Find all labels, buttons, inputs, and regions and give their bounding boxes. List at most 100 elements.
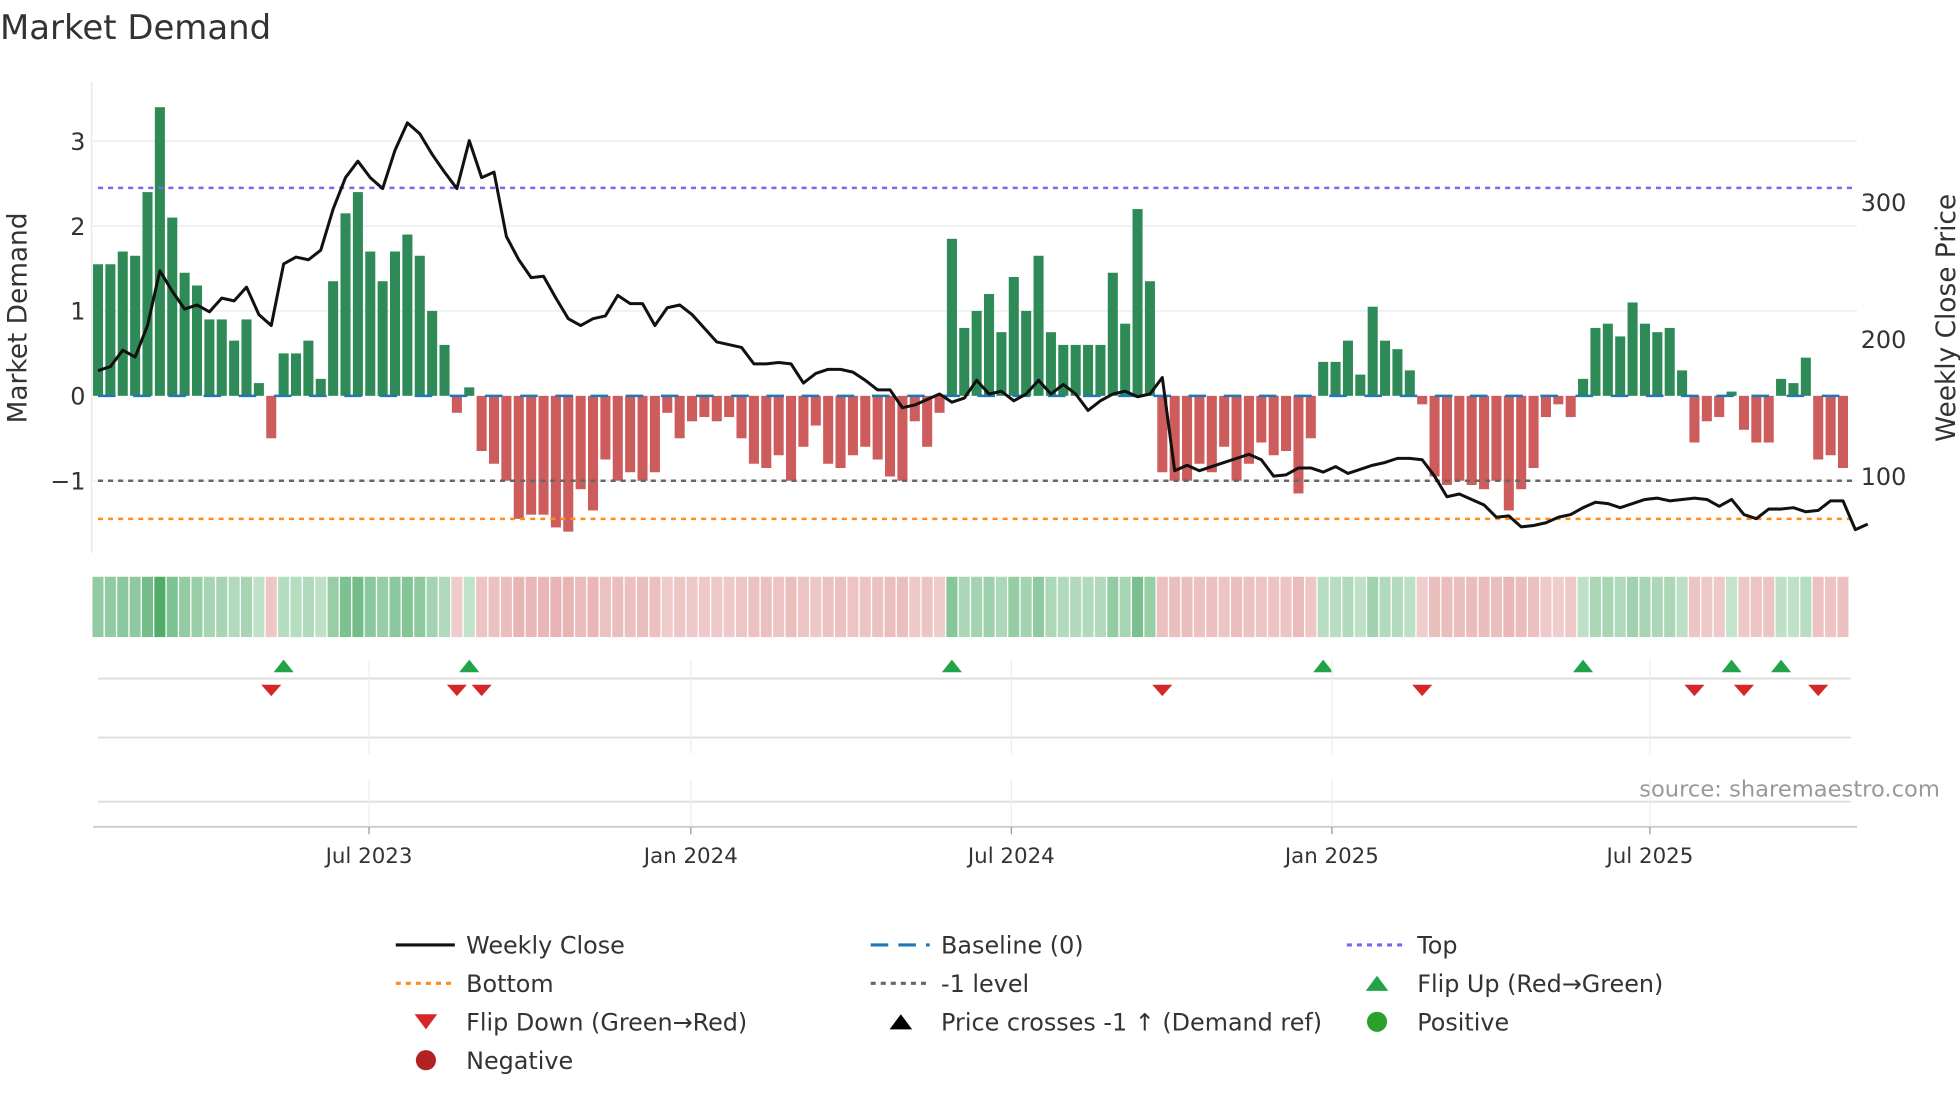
positive-bar (1578, 379, 1588, 396)
heat-cell (1417, 577, 1428, 637)
heat-cell (798, 577, 809, 637)
negative-bar (1826, 396, 1836, 455)
y2-tick-label: 300 (1861, 189, 1907, 217)
demand-bars (93, 107, 1848, 531)
heat-cell (142, 577, 153, 637)
positive-bar (353, 192, 363, 396)
flip-down-marker (447, 685, 467, 696)
flip-up-marker (1722, 660, 1742, 673)
legend-label: Flip Up (Red→Green) (1417, 970, 1663, 998)
positive-bar (959, 328, 969, 396)
positive-bar (947, 239, 957, 396)
negative-bar (1553, 396, 1563, 404)
heat-cell (1553, 577, 1564, 637)
heat-cell (1441, 577, 1452, 637)
heat-cell (1318, 577, 1329, 637)
heat-cell (1813, 577, 1824, 637)
heat-cell (464, 577, 475, 637)
legend-dot-icon (416, 1050, 436, 1070)
heat-cell (959, 577, 970, 637)
y2-axis-label: Weekly Close Price (1932, 194, 1960, 442)
positive-bar (1801, 358, 1811, 396)
heat-cell (1367, 577, 1378, 637)
heat-cell (1045, 577, 1056, 637)
heat-cell (1825, 577, 1836, 637)
negative-bar (1516, 396, 1526, 489)
heat-cell (1726, 577, 1737, 637)
negative-bar (1566, 396, 1576, 417)
negative-bar (836, 396, 846, 468)
flip-up-marker (459, 660, 479, 673)
heat-cell (278, 577, 289, 637)
heat-cell (674, 577, 685, 637)
heat-cell (1281, 577, 1292, 637)
heat-cell (266, 577, 277, 637)
positive-bar (996, 332, 1006, 396)
positive-bar (1776, 379, 1786, 396)
negative-bar (1689, 396, 1699, 443)
legend-label: Price crosses -1 ↑ (Demand ref) (941, 1009, 1322, 1037)
negative-bar (625, 396, 635, 472)
heat-cell (1169, 577, 1180, 637)
heat-cell (1305, 577, 1316, 637)
heat-cell (389, 577, 400, 637)
positive-bar (340, 213, 350, 396)
negative-bar (749, 396, 759, 464)
flip-down-marker (1808, 685, 1828, 696)
positive-bar (1380, 341, 1390, 396)
legend-label: Weekly Close (466, 932, 625, 960)
positive-bar (180, 273, 190, 396)
heat-cell (1182, 577, 1193, 637)
heat-cell (1664, 577, 1675, 637)
heat-cell (1491, 577, 1502, 637)
heat-cell (253, 577, 264, 637)
positive-bar (229, 341, 239, 396)
heat-cell (810, 577, 821, 637)
heat-cell (1194, 577, 1205, 637)
heat-cell (229, 577, 240, 637)
heat-cell (1070, 577, 1081, 637)
negative-bar (563, 396, 573, 532)
negative-bar (1269, 396, 1279, 455)
heat-cell (1565, 577, 1576, 637)
positive-bar (1652, 332, 1662, 396)
heat-cell (1231, 577, 1242, 637)
heat-cell (352, 577, 363, 637)
heat-cell (1689, 577, 1700, 637)
heat-cell (154, 577, 165, 637)
negative-bar (1306, 396, 1316, 438)
heat-cell (1503, 577, 1514, 637)
y-axis-label: Market Demand (3, 212, 33, 423)
positive-bar (984, 294, 994, 396)
heat-cell (835, 577, 846, 637)
negative-bar (922, 396, 932, 447)
heat-cell (1578, 577, 1589, 637)
heat-cell (1355, 577, 1366, 637)
heat-cell (513, 577, 524, 637)
negative-bar (860, 396, 870, 447)
heat-cell (996, 577, 1007, 637)
negative-bar (526, 396, 536, 515)
y-tick-label: 1 (70, 298, 85, 326)
positive-bar (1640, 324, 1650, 396)
heat-cell (823, 577, 834, 637)
negative-bar (1479, 396, 1489, 489)
positive-bar (130, 256, 140, 396)
heat-cell (377, 577, 388, 637)
negative-bar (910, 396, 920, 421)
x-tick-label: Jul 2023 (324, 844, 413, 869)
heat-cell (526, 577, 537, 637)
legend: Weekly CloseBaseline (0)TopBottom-1 leve… (396, 932, 1664, 1075)
positive-bar (1665, 328, 1675, 396)
positive-bar (464, 387, 474, 395)
legend-triangle-down-icon (415, 1014, 438, 1029)
negative-bar (1293, 396, 1303, 494)
heat-cell (1788, 577, 1799, 637)
negative-bar (1256, 396, 1266, 443)
heat-cell (1157, 577, 1168, 637)
heat-cell (1107, 577, 1118, 637)
legend-label: Flip Down (Green→Red) (466, 1009, 747, 1037)
heat-cell (1268, 577, 1279, 637)
negative-bar (650, 396, 660, 472)
positive-bar (279, 353, 289, 395)
